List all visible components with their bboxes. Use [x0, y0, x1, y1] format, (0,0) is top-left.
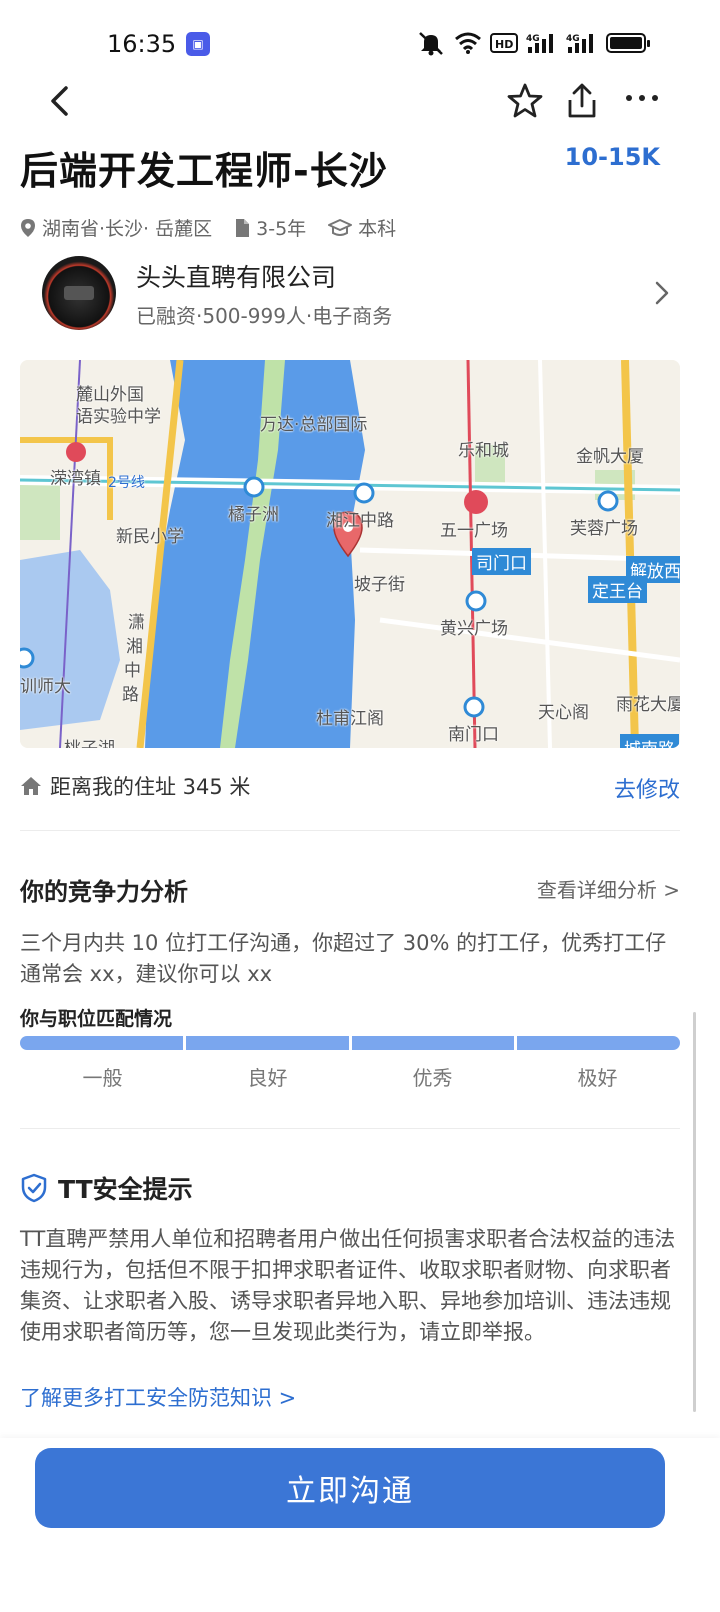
- star-icon[interactable]: [506, 82, 544, 120]
- safety-knowledge-link[interactable]: 了解更多打工安全防范知识 >: [20, 1382, 296, 1412]
- job-experience: 3-5年: [256, 218, 307, 240]
- analysis-text: 三个月内共 10 位打工仔沟通，你超过了 30% 的打工仔，优秀打工仔通常会 x…: [20, 931, 667, 986]
- edit-address-link[interactable]: 去修改: [614, 772, 680, 804]
- map-label: 金帆大厦: [576, 447, 644, 467]
- match-bar-segment: [20, 1036, 183, 1050]
- job-meta: 湖南省·长沙· 岳麓区 3-5年 本科: [20, 214, 418, 241]
- match-bar: [20, 1036, 680, 1050]
- map-label: 芙蓉广场: [570, 519, 638, 539]
- match-bar-segment: [185, 1036, 349, 1050]
- map-label: 杜甫江阁: [316, 709, 384, 729]
- map-label: 五一广场: [440, 521, 508, 541]
- salary: 10-15K: [564, 143, 660, 171]
- battery-icon: [606, 33, 650, 53]
- map-label: 南门口: [448, 725, 499, 745]
- map-label: 乐和城: [458, 441, 509, 461]
- svg-text:4G: 4G: [526, 34, 540, 44]
- contact-now-button[interactable]: 立即沟通: [35, 1448, 665, 1528]
- match-bar-segment: [517, 1036, 680, 1050]
- svg-text:4G: 4G: [566, 34, 580, 44]
- map-label: 新民小学: [116, 527, 184, 547]
- status-time: 16:35: [107, 30, 177, 58]
- divider: [20, 1128, 680, 1129]
- location-pin-icon: [21, 218, 35, 237]
- job-title: 后端开发工程师-长沙: [20, 149, 388, 193]
- chevron-right-icon: [655, 281, 669, 305]
- divider: [20, 830, 680, 831]
- safety-header: TT安全提示: [20, 1170, 193, 1206]
- map-label: 潇: [128, 613, 145, 633]
- competitiveness-title: 你的竞争力分析: [20, 878, 188, 906]
- detail-analysis-link[interactable]: 查看详细分析 >: [537, 874, 680, 903]
- match-level-label: 极好: [577, 1066, 618, 1090]
- scrollbar[interactable]: [693, 1012, 696, 1412]
- match-label: 你与职位匹配情况: [20, 1008, 173, 1030]
- company-logo: [42, 256, 116, 330]
- match-level-label: 优秀: [412, 1066, 453, 1090]
- map-label: 司门口: [472, 548, 531, 575]
- education-item: 本科: [328, 214, 396, 241]
- company-name: 头头直聘有限公司: [136, 263, 337, 292]
- more-icon[interactable]: [624, 92, 660, 104]
- safety-text: TT直聘严禁用人单位和招聘者用户做出任何损害求职者合法权益的违法违规行为，包括但…: [20, 1227, 676, 1344]
- shield-check-icon: [21, 1173, 47, 1203]
- signal-icon-1: 4G: [526, 34, 553, 53]
- map-label: 黄兴广场: [440, 619, 508, 639]
- share-icon[interactable]: [564, 82, 600, 120]
- map-label: 溁湾镇: [50, 469, 101, 489]
- status-icons: HD 4G 4G: [416, 30, 650, 56]
- map-label: 语实验中学: [76, 407, 161, 427]
- job-location: 湖南省·长沙· 岳麓区: [42, 218, 213, 240]
- map-label: 万达·总部国际: [260, 415, 368, 435]
- document-icon: [236, 218, 250, 237]
- match-level-label: 良好: [247, 1066, 288, 1090]
- graduation-cap-icon: [328, 218, 353, 236]
- home-icon: [21, 777, 41, 795]
- map-label: 湘江中路: [326, 511, 394, 531]
- map-label: 橘子洲: [228, 505, 279, 525]
- bottom-bar: 立即沟通: [0, 1438, 720, 1612]
- match-level-label: 一般: [82, 1066, 123, 1090]
- job-education: 本科: [358, 218, 397, 240]
- distance-text: 距离我的住址 345 米: [50, 775, 251, 799]
- map-label: 路: [122, 685, 139, 705]
- map-label: 训师大: [20, 677, 71, 697]
- map-label: 天心阁: [538, 703, 589, 723]
- safety-title: TT安全提示: [58, 1175, 193, 1204]
- map-label: 中: [124, 661, 141, 681]
- wifi-icon: [455, 32, 481, 54]
- match-bar-segment: [351, 1036, 515, 1050]
- map-label: 2号线: [108, 475, 145, 491]
- app-notification-icon: ▣: [186, 32, 210, 56]
- svg-text:HD: HD: [495, 38, 513, 51]
- signal-icon-2: 4G: [566, 34, 593, 53]
- map-label: 桃子湖: [64, 734, 115, 748]
- company-card[interactable]: 头头直聘有限公司 已融资·500-999人·电子商务: [20, 256, 700, 336]
- map-label: 湘: [126, 637, 143, 657]
- map-label: 雨花大厦: [616, 695, 680, 715]
- map-label: 坡子街: [354, 575, 405, 595]
- experience-item: 3-5年: [234, 214, 306, 241]
- mute-icon: [419, 32, 443, 56]
- top-nav: [0, 70, 720, 130]
- back-icon[interactable]: [46, 84, 74, 118]
- map-label: 定王台: [588, 576, 647, 603]
- hd-icon: HD: [490, 33, 518, 53]
- company-info: 已融资·500-999人·电子商务: [136, 304, 393, 328]
- match-levels: 一般 良好 优秀 极好: [20, 1062, 680, 1091]
- map-label: 城南路: [620, 734, 679, 748]
- location-map[interactable]: 麓山外国 语实验中学 万达·总部国际 乐和城 金帆大厦 溁湾镇 2号线 橘子洲 …: [20, 360, 680, 748]
- distance-row: 距离我的住址 345 米 去修改: [20, 770, 680, 804]
- location-item: 湖南省·长沙· 岳麓区: [20, 214, 212, 241]
